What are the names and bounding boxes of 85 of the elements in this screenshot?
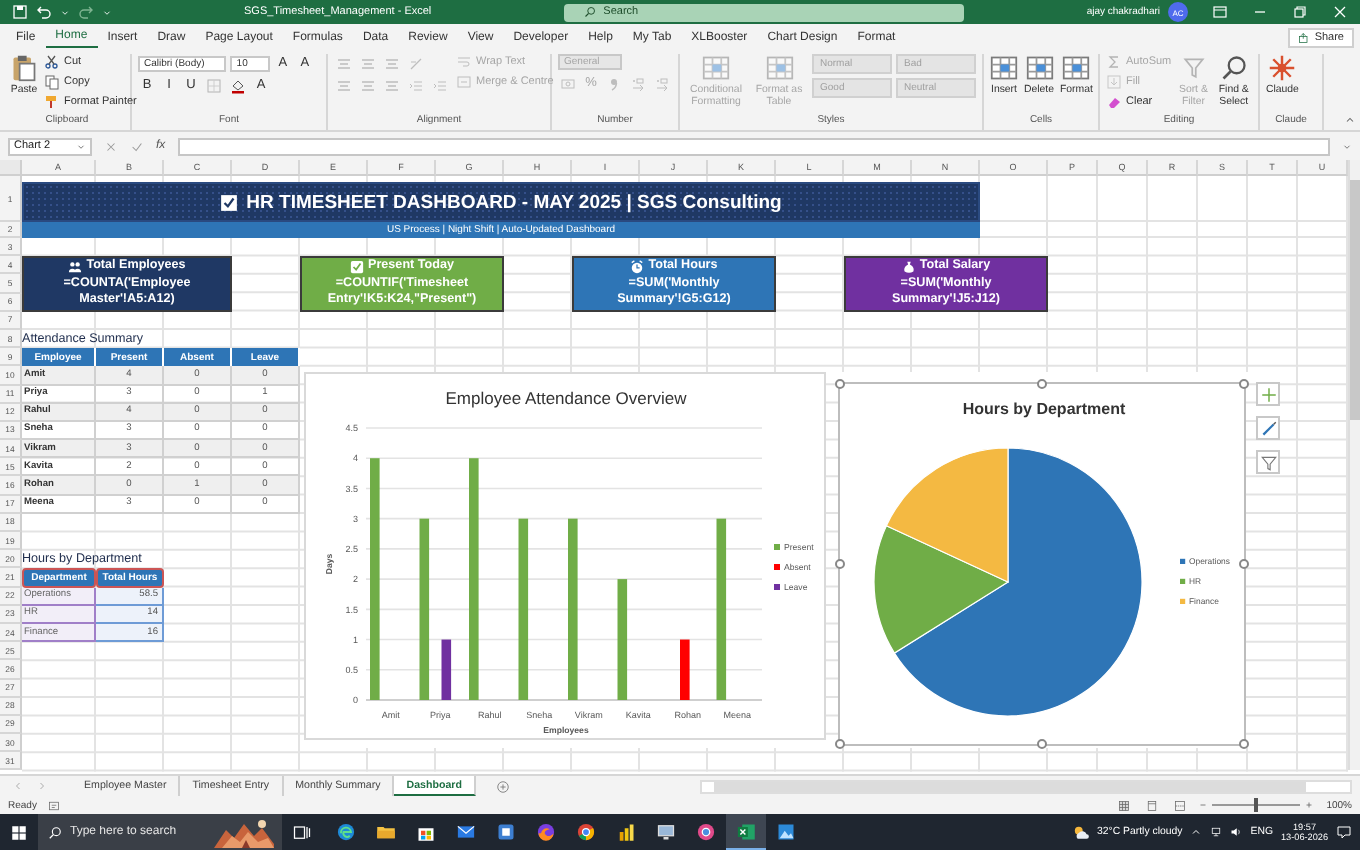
- checkmark-icon[interactable]: [130, 139, 144, 153]
- money-bag-icon: [901, 260, 916, 275]
- task-view-icon: [292, 822, 312, 842]
- resize-handle[interactable]: [1239, 739, 1249, 749]
- slider-thumb[interactable]: [1254, 798, 1259, 812]
- wrap-text-icon: [456, 54, 472, 70]
- app-icon: [496, 822, 516, 842]
- add-sheet-icon: [495, 779, 510, 793]
- zoom-out-icon[interactable]: [1198, 800, 1209, 810]
- people-icon: [68, 260, 83, 275]
- browser-icon: [696, 822, 716, 842]
- chart-title: Hours by Department: [962, 400, 1126, 418]
- page-icon[interactable]: [1146, 799, 1159, 811]
- browser-icon: [576, 822, 596, 842]
- bar-chart-icon: [616, 822, 636, 842]
- search-icon: [1219, 54, 1248, 82]
- browser-icon: [336, 822, 356, 842]
- bar: [680, 639, 690, 700]
- brush-icon: [1259, 419, 1277, 437]
- horizontal-scrollbar[interactable]: [700, 779, 1352, 793]
- legend-marker: [1180, 578, 1186, 584]
- sunburst-icon: [1268, 54, 1297, 82]
- chart-styles-button[interactable]: [1256, 416, 1280, 440]
- chart-title: Employee Attendance Overview: [445, 388, 687, 408]
- shopping-bag-icon: [416, 822, 436, 842]
- merge-icon: [456, 74, 472, 90]
- resize-handle[interactable]: [835, 559, 845, 569]
- plus-icon: [1259, 385, 1277, 403]
- photo-icon: [776, 822, 796, 842]
- weather-icon[interactable]: [1071, 823, 1090, 841]
- folder-icon: [376, 822, 396, 842]
- table-icon: [765, 54, 793, 82]
- filter-icon: [1259, 453, 1277, 471]
- caret-icon[interactable]: [76, 141, 86, 151]
- browser-icon: [536, 822, 556, 842]
- ribbon-display-icon[interactable]: [1212, 4, 1228, 20]
- cancel-icon[interactable]: [104, 139, 118, 153]
- document-icon[interactable]: [48, 799, 61, 811]
- zoom-in-icon[interactable]: [1304, 800, 1315, 810]
- resize-handle[interactable]: [835, 739, 845, 749]
- paintbrush-icon: [44, 94, 60, 110]
- caret-icon[interactable]: [1344, 114, 1356, 126]
- new-sheet-button[interactable]: [495, 779, 510, 793]
- notification-icon[interactable]: [1336, 824, 1352, 840]
- paint-bucket-icon[interactable]: [230, 77, 246, 93]
- sum-icon: [1106, 54, 1122, 70]
- vertical-scrollbar[interactable]: [1348, 160, 1360, 771]
- formula-field[interactable]: [177, 137, 1330, 155]
- bar: [617, 579, 628, 700]
- resize-handle[interactable]: [1037, 739, 1047, 749]
- mail-icon: [456, 822, 476, 842]
- network-icon[interactable]: [1210, 826, 1223, 838]
- spreadsheet-icon: [736, 821, 756, 841]
- share-icon: [1298, 31, 1311, 43]
- table-icon: [702, 54, 730, 82]
- redo-icon[interactable]: [78, 4, 94, 20]
- fill-down-icon: [1106, 74, 1122, 90]
- save-icon[interactable]: [12, 4, 28, 20]
- windows-icon: [10, 823, 28, 841]
- sort-filter-icon: [1179, 54, 1208, 82]
- resize-handle[interactable]: [1239, 559, 1249, 569]
- legend-marker: [1180, 598, 1186, 604]
- page-break-icon[interactable]: [1174, 799, 1187, 811]
- undo-icon[interactable]: [36, 4, 52, 20]
- bar: [441, 639, 452, 700]
- search-icon: [583, 6, 596, 18]
- caret-icon[interactable]: [1190, 826, 1203, 838]
- monitor-icon: [656, 822, 676, 842]
- checkbox-icon: [220, 193, 239, 211]
- dashboard-title: HR TIMESHEET DASHBOARD - MAY 2025 | SGS Consulting: [246, 191, 782, 213]
- chart-filters-button[interactable]: [1256, 450, 1280, 474]
- resize-handle[interactable]: [835, 379, 845, 389]
- eraser-icon: [1106, 94, 1122, 110]
- legend-marker: [1180, 558, 1186, 564]
- speaker-icon[interactable]: [1230, 826, 1243, 838]
- resize-handle[interactable]: [1239, 379, 1249, 389]
- grid-icon[interactable]: [1118, 799, 1131, 811]
- copy-icon: [44, 74, 60, 90]
- scissors-icon: [44, 54, 60, 70]
- chart-elements-button[interactable]: [1256, 382, 1280, 406]
- restore-icon[interactable]: [1292, 4, 1308, 20]
- caret-icon[interactable]: [1342, 141, 1352, 151]
- resize-handle[interactable]: [1037, 379, 1047, 389]
- close-icon[interactable]: [1332, 4, 1348, 20]
- search-icon: [48, 825, 62, 839]
